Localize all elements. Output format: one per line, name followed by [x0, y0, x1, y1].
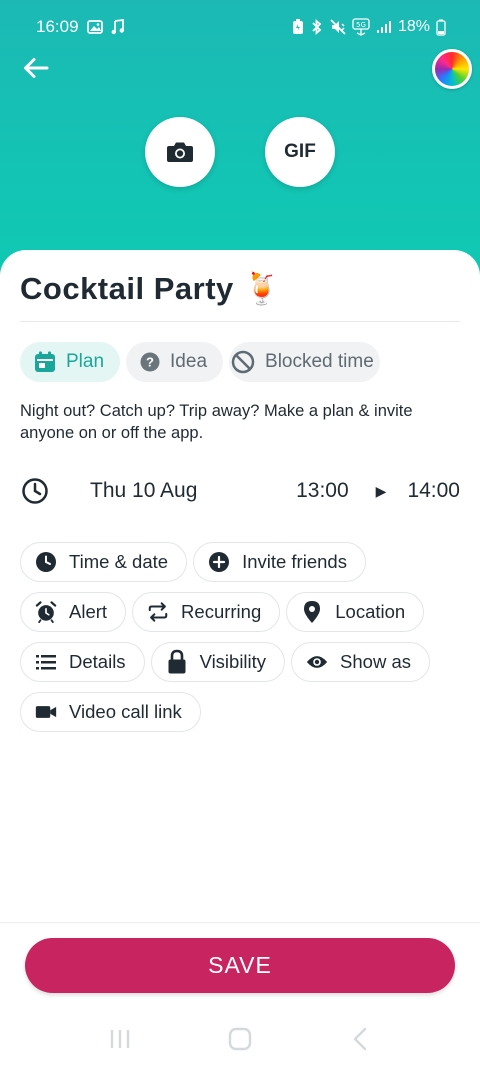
lock-icon [166, 649, 188, 674]
event-type-selector: Plan ? Idea Blocked time [20, 342, 380, 382]
option-location[interactable]: Location [286, 592, 425, 632]
status-bar: 16:09 5G 18% [0, 0, 480, 54]
option-visibility[interactable]: Visibility [150, 642, 286, 682]
system-navigation-bar [0, 1010, 480, 1067]
color-picker-button[interactable] [432, 49, 472, 89]
recent-apps-icon [110, 1029, 130, 1048]
option-recurring-label: Recurring [181, 601, 262, 622]
type-idea[interactable]: ? Idea [126, 342, 224, 382]
chevron-left-icon [353, 1027, 367, 1050]
system-back-button[interactable] [340, 1019, 380, 1059]
clock-icon [20, 476, 50, 506]
home-icon [228, 1027, 252, 1050]
image-icon [86, 20, 103, 34]
option-details[interactable]: Details [20, 642, 145, 682]
eye-icon [306, 651, 328, 673]
battery-icon [436, 19, 446, 36]
calendar-icon [35, 351, 55, 372]
question-icon: ? [140, 352, 160, 372]
option-location-label: Location [335, 601, 406, 622]
option-time-date-label: Time & date [69, 551, 169, 572]
svg-text:5G: 5G [356, 21, 366, 29]
repeat-icon [147, 601, 169, 623]
svg-text:?: ? [146, 355, 154, 370]
bluetooth-icon [310, 19, 324, 35]
option-alert[interactable]: Alert [20, 592, 127, 632]
end-time[interactable]: 14:00 [407, 479, 460, 503]
blocked-icon [231, 350, 255, 374]
bottom-divider [0, 922, 480, 923]
type-plan[interactable]: Plan [20, 342, 121, 382]
video-camera-icon [35, 701, 57, 723]
5g-icon: 5G [352, 18, 370, 36]
mute-icon [330, 19, 346, 35]
clock-filled-icon [35, 551, 57, 573]
back-button[interactable] [20, 52, 52, 84]
recent-apps-button[interactable] [100, 1019, 140, 1059]
option-show-as-label: Show as [340, 651, 412, 672]
event-options: Time & date Invite friends Alert Recurri… [20, 542, 460, 742]
option-details-label: Details [69, 651, 126, 672]
status-time: 16:09 [36, 17, 79, 36]
play-arrow-icon: ▶ [375, 482, 387, 499]
option-alert-label: Alert [69, 601, 108, 622]
camera-icon [167, 142, 193, 162]
add-photo-button[interactable] [145, 117, 215, 187]
title-divider [20, 321, 460, 322]
music-icon [111, 19, 124, 35]
arrow-left-icon [24, 58, 49, 78]
option-invite-friends-label: Invite friends [242, 551, 347, 572]
option-invite-friends[interactable]: Invite friends [193, 542, 366, 582]
type-blocked-time[interactable]: Blocked time [229, 342, 380, 382]
event-title[interactable]: Cocktail Party 🍹 [20, 270, 282, 307]
save-button[interactable]: SAVE [25, 938, 455, 993]
event-type-description: Night out? Catch up? Trip away? Make a p… [20, 402, 413, 442]
option-video-call-label: Video call link [69, 701, 182, 722]
option-recurring[interactable]: Recurring [132, 592, 281, 632]
option-visibility-label: Visibility [199, 651, 267, 672]
location-pin-icon [301, 601, 323, 623]
option-time-date[interactable]: Time & date [20, 542, 188, 582]
add-gif-button[interactable]: GIF [265, 117, 335, 187]
home-button[interactable] [220, 1019, 260, 1059]
alarm-icon [35, 601, 57, 623]
battery-percent: 18% [397, 18, 430, 35]
type-idea-label: Idea [170, 351, 208, 372]
gif-label: GIF [284, 141, 316, 162]
type-blocked-label: Blocked time [265, 351, 374, 372]
signal-icon [376, 20, 392, 34]
add-circle-icon [208, 551, 230, 573]
save-label: SAVE [208, 952, 272, 978]
event-date[interactable]: Thu 10 Aug [90, 479, 197, 503]
type-plan-label: Plan [66, 351, 105, 372]
option-show-as[interactable]: Show as [291, 642, 431, 682]
list-icon [35, 651, 57, 673]
schedule-row: Thu 10 Aug 13:00 ▶ 14:00 [20, 470, 460, 512]
option-video-call-link[interactable]: Video call link [20, 692, 201, 732]
battery-saver-icon [292, 19, 304, 35]
start-time[interactable]: 13:00 [296, 479, 349, 503]
